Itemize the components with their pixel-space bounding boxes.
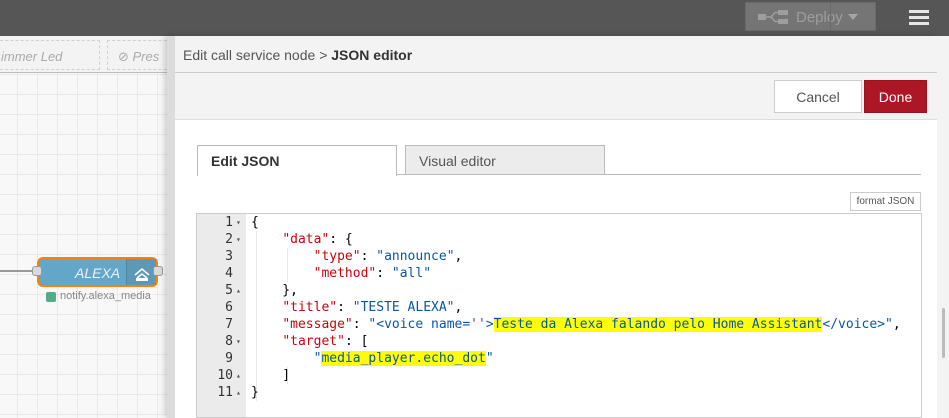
code-text: { [251,215,259,230]
fold-close-icon[interactable]: ▴ [236,282,241,299]
code-text: "media_player.echo_dot" [313,351,494,366]
deploy-icon [758,10,788,24]
editor-tray: Edit call service node > JSON editor Can… [167,36,937,418]
chevron-down-icon [848,14,858,20]
code-text: "message": "<voice name=''>Teste da Alex… [282,317,901,332]
code-line[interactable]: 9 "media_player.echo_dot" [197,350,921,367]
code-text: } [251,385,259,400]
deploy-dropdown-button[interactable] [830,3,876,30]
home-assistant-icon [126,259,156,285]
done-button[interactable]: Done [864,80,927,113]
code-line[interactable]: 6 "title": "TESTE ALEXA", [197,299,921,316]
node-input-port[interactable] [32,266,42,276]
workspace-tab-label: Pres [132,49,160,64]
editor-tabs: Edit JSON Visual editor [197,145,921,176]
code-text: "data": { [282,232,353,247]
page-scrollbar[interactable] [937,36,949,418]
tray-breadcrumb: Edit call service node > JSON editor [175,36,937,73]
line-number: 9 [225,351,233,366]
workspace-tab[interactable]: ⊘ Pres [107,40,167,70]
line-number: 4 [225,266,233,281]
workspace-tabs: immer Led ⊘ Pres [0,36,167,73]
line-number: 2 [225,232,233,247]
fold-close-icon[interactable]: ▴ [236,384,241,401]
code-text: "method": "all" [313,266,432,281]
breadcrumb-separator: > [319,47,328,63]
fold-open-icon[interactable]: ▾ [236,333,241,350]
flow-node-alexa[interactable]: ALEXA [37,257,158,287]
code-line[interactable]: 8 ▾ "target": [ [197,333,921,350]
code-line[interactable]: 7 "message": "<voice name=''>Teste da Al… [197,316,921,333]
status-indicator-icon [46,292,56,302]
code-line[interactable]: 1 ▾ { [197,214,921,231]
code-text: "type": "announce", [313,249,463,264]
code-text: "title": "TESTE ALEXA", [282,300,463,315]
line-number: 5 [225,283,233,298]
code-text: ] [251,368,291,383]
workspace-tab[interactable]: immer Led [0,40,100,70]
line-number: 3 [225,249,233,264]
tab-edit-json[interactable]: Edit JSON [197,145,397,176]
tray-toolbar: Cancel Done [175,73,937,120]
fold-open-icon[interactable]: ▾ [236,231,241,248]
fold-close-icon[interactable]: ▴ [236,367,241,384]
scrollbar-thumb[interactable] [942,308,945,358]
code-text: "target": [ [282,334,369,349]
line-number: 11 [217,385,233,400]
line-number: 10 [217,368,233,383]
line-number: 7 [225,317,233,332]
code-text: }, [251,283,298,298]
line-number: 1 [225,215,233,230]
line-number: 6 [225,300,233,315]
fold-open-icon[interactable]: ▾ [236,214,241,231]
hamburger-icon [909,10,929,13]
tab-visual-editor[interactable]: Visual editor [405,145,605,174]
node-label: ALEXA [75,265,121,281]
node-status-text: notify.alexa_media [60,290,151,302]
line-number: 8 [225,334,233,349]
main-menu-button[interactable] [904,8,934,28]
flow-workspace[interactable]: immer Led ⊘ Pres ALEXA notify.alexa_medi… [0,36,167,418]
cancel-button[interactable]: Cancel [774,80,862,113]
code-line[interactable]: 5 ▴ }, [197,282,921,299]
format-json-button[interactable]: format JSON [850,192,921,211]
disabled-icon: ⊘ [118,49,133,64]
breadcrumb-parent[interactable]: Edit call service node [183,47,315,63]
json-code-editor[interactable]: 1 ▾{2 ▾ "data": {3 "type": "announce", 4 "m… [196,213,922,418]
node-output-port[interactable] [153,266,163,276]
code-line[interactable]: 2 ▾ "data": { [197,231,921,248]
breadcrumb-current: JSON editor [331,47,413,63]
code-line[interactable]: 4 "method": "all" [197,265,921,282]
deploy-button[interactable]: Deploy [745,2,876,31]
code-line[interactable]: 3 "type": "announce", [197,248,921,265]
header-bar: Deploy [0,0,949,36]
code-line[interactable]: 11 ▴} [197,384,921,401]
code-line[interactable]: 10 ▴ ] [197,367,921,384]
